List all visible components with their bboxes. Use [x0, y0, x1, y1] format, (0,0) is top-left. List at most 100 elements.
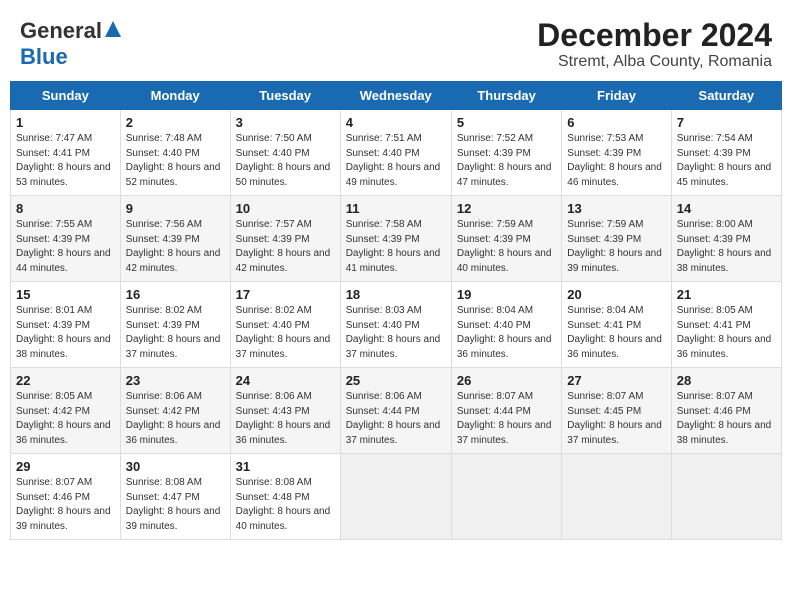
calendar-day: [562, 454, 671, 540]
day-info: Sunrise: 8:06 AMSunset: 4:43 PMDaylight:…: [236, 391, 331, 446]
calendar-day: 21 Sunrise: 8:05 AMSunset: 4:41 PMDaylig…: [671, 282, 781, 368]
day-info: Sunrise: 7:53 AMSunset: 4:39 PMDaylight:…: [567, 133, 662, 188]
day-number: 13: [567, 201, 665, 216]
calendar-day: 20 Sunrise: 8:04 AMSunset: 4:41 PMDaylig…: [562, 282, 671, 368]
day-info: Sunrise: 7:56 AMSunset: 4:39 PMDaylight:…: [126, 219, 221, 274]
calendar-day: 10 Sunrise: 7:57 AMSunset: 4:39 PMDaylig…: [230, 196, 340, 282]
day-number: 22: [16, 373, 115, 388]
day-info: Sunrise: 8:04 AMSunset: 4:41 PMDaylight:…: [567, 305, 662, 360]
calendar-day: 23 Sunrise: 8:06 AMSunset: 4:42 PMDaylig…: [120, 368, 230, 454]
day-info: Sunrise: 7:59 AMSunset: 4:39 PMDaylight:…: [567, 219, 662, 274]
day-info: Sunrise: 7:48 AMSunset: 4:40 PMDaylight:…: [126, 133, 221, 188]
calendar-day: 17 Sunrise: 8:02 AMSunset: 4:40 PMDaylig…: [230, 282, 340, 368]
day-number: 7: [677, 115, 776, 130]
day-info: Sunrise: 8:05 AMSunset: 4:41 PMDaylight:…: [677, 305, 772, 360]
day-number: 1: [16, 115, 115, 130]
logo-icon: [104, 20, 122, 38]
day-number: 19: [457, 287, 556, 302]
calendar-day: 18 Sunrise: 8:03 AMSunset: 4:40 PMDaylig…: [340, 282, 451, 368]
day-info: Sunrise: 8:08 AMSunset: 4:47 PMDaylight:…: [126, 477, 221, 532]
calendar-day: 7 Sunrise: 7:54 AMSunset: 4:39 PMDayligh…: [671, 110, 781, 196]
calendar-day: 4 Sunrise: 7:51 AMSunset: 4:40 PMDayligh…: [340, 110, 451, 196]
day-number: 10: [236, 201, 335, 216]
day-number: 21: [677, 287, 776, 302]
day-number: 5: [457, 115, 556, 130]
day-info: Sunrise: 7:57 AMSunset: 4:39 PMDaylight:…: [236, 219, 331, 274]
calendar-week: 1 Sunrise: 7:47 AMSunset: 4:41 PMDayligh…: [11, 110, 782, 196]
day-number: 8: [16, 201, 115, 216]
calendar-day: [671, 454, 781, 540]
day-info: Sunrise: 8:08 AMSunset: 4:48 PMDaylight:…: [236, 477, 331, 532]
day-number: 4: [346, 115, 446, 130]
day-info: Sunrise: 8:04 AMSunset: 4:40 PMDaylight:…: [457, 305, 552, 360]
day-info: Sunrise: 7:59 AMSunset: 4:39 PMDaylight:…: [457, 219, 552, 274]
day-number: 18: [346, 287, 446, 302]
page-subtitle: Stremt, Alba County, Romania: [537, 53, 772, 71]
day-info: Sunrise: 8:07 AMSunset: 4:44 PMDaylight:…: [457, 391, 552, 446]
calendar-day: 27 Sunrise: 8:07 AMSunset: 4:45 PMDaylig…: [562, 368, 671, 454]
day-info: Sunrise: 8:06 AMSunset: 4:42 PMDaylight:…: [126, 391, 221, 446]
weekday-header: Wednesday: [340, 82, 451, 110]
calendar-day: 30 Sunrise: 8:08 AMSunset: 4:47 PMDaylig…: [120, 454, 230, 540]
day-info: Sunrise: 8:07 AMSunset: 4:46 PMDaylight:…: [16, 477, 111, 532]
day-info: Sunrise: 8:03 AMSunset: 4:40 PMDaylight:…: [346, 305, 441, 360]
calendar-header: SundayMondayTuesdayWednesdayThursdayFrid…: [11, 82, 782, 110]
day-number: 12: [457, 201, 556, 216]
calendar-day: 29 Sunrise: 8:07 AMSunset: 4:46 PMDaylig…: [11, 454, 121, 540]
day-number: 15: [16, 287, 115, 302]
day-info: Sunrise: 7:47 AMSunset: 4:41 PMDaylight:…: [16, 133, 111, 188]
day-info: Sunrise: 8:05 AMSunset: 4:42 PMDaylight:…: [16, 391, 111, 446]
calendar-week: 8 Sunrise: 7:55 AMSunset: 4:39 PMDayligh…: [11, 196, 782, 282]
day-info: Sunrise: 8:06 AMSunset: 4:44 PMDaylight:…: [346, 391, 441, 446]
day-info: Sunrise: 7:54 AMSunset: 4:39 PMDaylight:…: [677, 133, 772, 188]
calendar-day: 22 Sunrise: 8:05 AMSunset: 4:42 PMDaylig…: [11, 368, 121, 454]
day-info: Sunrise: 8:01 AMSunset: 4:39 PMDaylight:…: [16, 305, 111, 360]
calendar-week: 22 Sunrise: 8:05 AMSunset: 4:42 PMDaylig…: [11, 368, 782, 454]
calendar-day: 9 Sunrise: 7:56 AMSunset: 4:39 PMDayligh…: [120, 196, 230, 282]
calendar-day: 16 Sunrise: 8:02 AMSunset: 4:39 PMDaylig…: [120, 282, 230, 368]
calendar-day: 25 Sunrise: 8:06 AMSunset: 4:44 PMDaylig…: [340, 368, 451, 454]
day-number: 23: [126, 373, 225, 388]
day-number: 26: [457, 373, 556, 388]
day-number: 25: [346, 373, 446, 388]
day-number: 2: [126, 115, 225, 130]
day-info: Sunrise: 8:02 AMSunset: 4:40 PMDaylight:…: [236, 305, 331, 360]
weekday-header: Sunday: [11, 82, 121, 110]
calendar-day: 8 Sunrise: 7:55 AMSunset: 4:39 PMDayligh…: [11, 196, 121, 282]
day-number: 14: [677, 201, 776, 216]
weekday-header: Monday: [120, 82, 230, 110]
day-number: 11: [346, 201, 446, 216]
calendar-week: 29 Sunrise: 8:07 AMSunset: 4:46 PMDaylig…: [11, 454, 782, 540]
calendar-day: [451, 454, 561, 540]
calendar-week: 15 Sunrise: 8:01 AMSunset: 4:39 PMDaylig…: [11, 282, 782, 368]
calendar-table: SundayMondayTuesdayWednesdayThursdayFrid…: [10, 81, 782, 540]
day-info: Sunrise: 8:02 AMSunset: 4:39 PMDaylight:…: [126, 305, 221, 360]
calendar-day: 13 Sunrise: 7:59 AMSunset: 4:39 PMDaylig…: [562, 196, 671, 282]
logo-blue: Blue: [20, 44, 68, 69]
page-title: December 2024: [537, 18, 772, 53]
day-info: Sunrise: 7:52 AMSunset: 4:39 PMDaylight:…: [457, 133, 552, 188]
day-number: 28: [677, 373, 776, 388]
day-number: 9: [126, 201, 225, 216]
calendar-day: 31 Sunrise: 8:08 AMSunset: 4:48 PMDaylig…: [230, 454, 340, 540]
day-info: Sunrise: 8:07 AMSunset: 4:45 PMDaylight:…: [567, 391, 662, 446]
calendar-day: 19 Sunrise: 8:04 AMSunset: 4:40 PMDaylig…: [451, 282, 561, 368]
weekday-header: Tuesday: [230, 82, 340, 110]
day-info: Sunrise: 7:50 AMSunset: 4:40 PMDaylight:…: [236, 133, 331, 188]
calendar-day: 15 Sunrise: 8:01 AMSunset: 4:39 PMDaylig…: [11, 282, 121, 368]
day-number: 24: [236, 373, 335, 388]
calendar-day: 12 Sunrise: 7:59 AMSunset: 4:39 PMDaylig…: [451, 196, 561, 282]
weekday-header: Thursday: [451, 82, 561, 110]
page-header: General Blue December 2024 Stremt, Alba …: [10, 10, 782, 77]
day-number: 6: [567, 115, 665, 130]
calendar-day: [340, 454, 451, 540]
day-info: Sunrise: 7:51 AMSunset: 4:40 PMDaylight:…: [346, 133, 441, 188]
day-number: 30: [126, 459, 225, 474]
day-number: 29: [16, 459, 115, 474]
day-info: Sunrise: 7:55 AMSunset: 4:39 PMDaylight:…: [16, 219, 111, 274]
day-number: 31: [236, 459, 335, 474]
day-number: 20: [567, 287, 665, 302]
day-number: 16: [126, 287, 225, 302]
day-info: Sunrise: 8:00 AMSunset: 4:39 PMDaylight:…: [677, 219, 772, 274]
calendar-day: 11 Sunrise: 7:58 AMSunset: 4:39 PMDaylig…: [340, 196, 451, 282]
